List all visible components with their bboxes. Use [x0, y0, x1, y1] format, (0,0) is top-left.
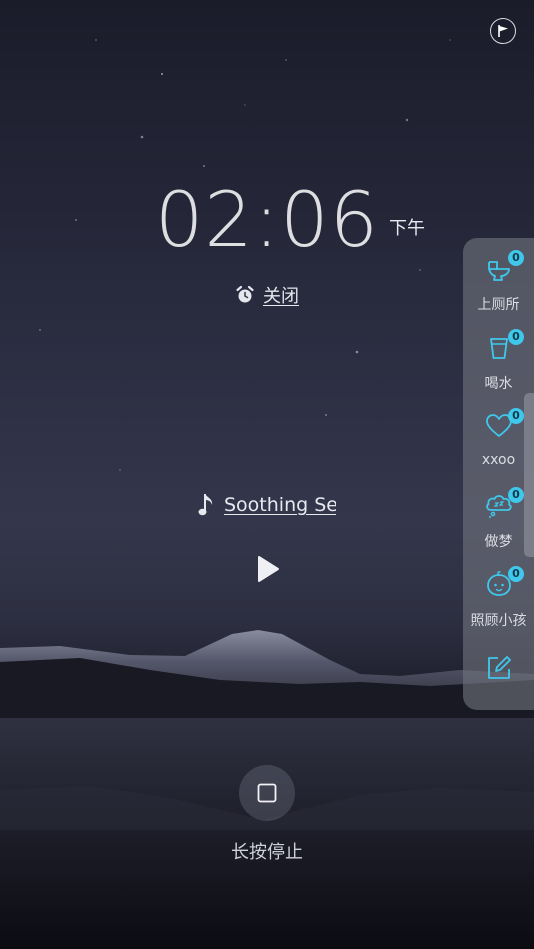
clock-ampm: 下午	[389, 218, 426, 239]
play-button[interactable]	[256, 555, 280, 583]
flag-button[interactable]	[490, 18, 516, 44]
sidebar-item-childcare[interactable]: 0 照顾小孩	[463, 566, 534, 642]
sidebar-item-toilet[interactable]: 0 上厕所	[463, 250, 534, 326]
sidebar-label-drink-water: 喝水	[484, 376, 513, 392]
square-stop-icon	[257, 783, 277, 803]
sidebar-item-drink-water[interactable]: 0 喝水	[463, 329, 534, 405]
sidebar-count-dream: 0	[508, 487, 524, 503]
sidebar-count-childcare: 0	[508, 566, 524, 582]
clock-display: 02:06 下午	[0, 182, 534, 258]
sidebar-count-drink-water: 0	[508, 329, 524, 345]
edit-icon	[488, 656, 511, 679]
sidebar-count-toilet: 0	[508, 250, 524, 266]
sidebar-label-childcare: 照顾小孩	[470, 613, 527, 629]
alarm-toggle[interactable]: 关闭	[0, 282, 534, 308]
stop-button[interactable]	[239, 765, 295, 821]
edit-button[interactable]	[485, 654, 513, 682]
music-title[interactable]: Soothing Sea	[224, 494, 336, 516]
sidebar-label-toilet: 上厕所	[477, 297, 520, 313]
alarm-label[interactable]: 关闭	[263, 282, 299, 308]
sidebar-count-xxoo: 0	[508, 408, 524, 424]
stop-label: 长按停止	[231, 842, 303, 863]
flag-icon	[498, 25, 508, 37]
music-note-icon	[198, 494, 213, 516]
clock-time: 02:06	[154, 175, 380, 264]
alarm-clock-icon	[236, 285, 254, 303]
play-icon	[258, 556, 279, 582]
music-selector[interactable]: Soothing Sea	[198, 492, 336, 518]
sidebar-scrollbar[interactable]	[524, 393, 534, 557]
